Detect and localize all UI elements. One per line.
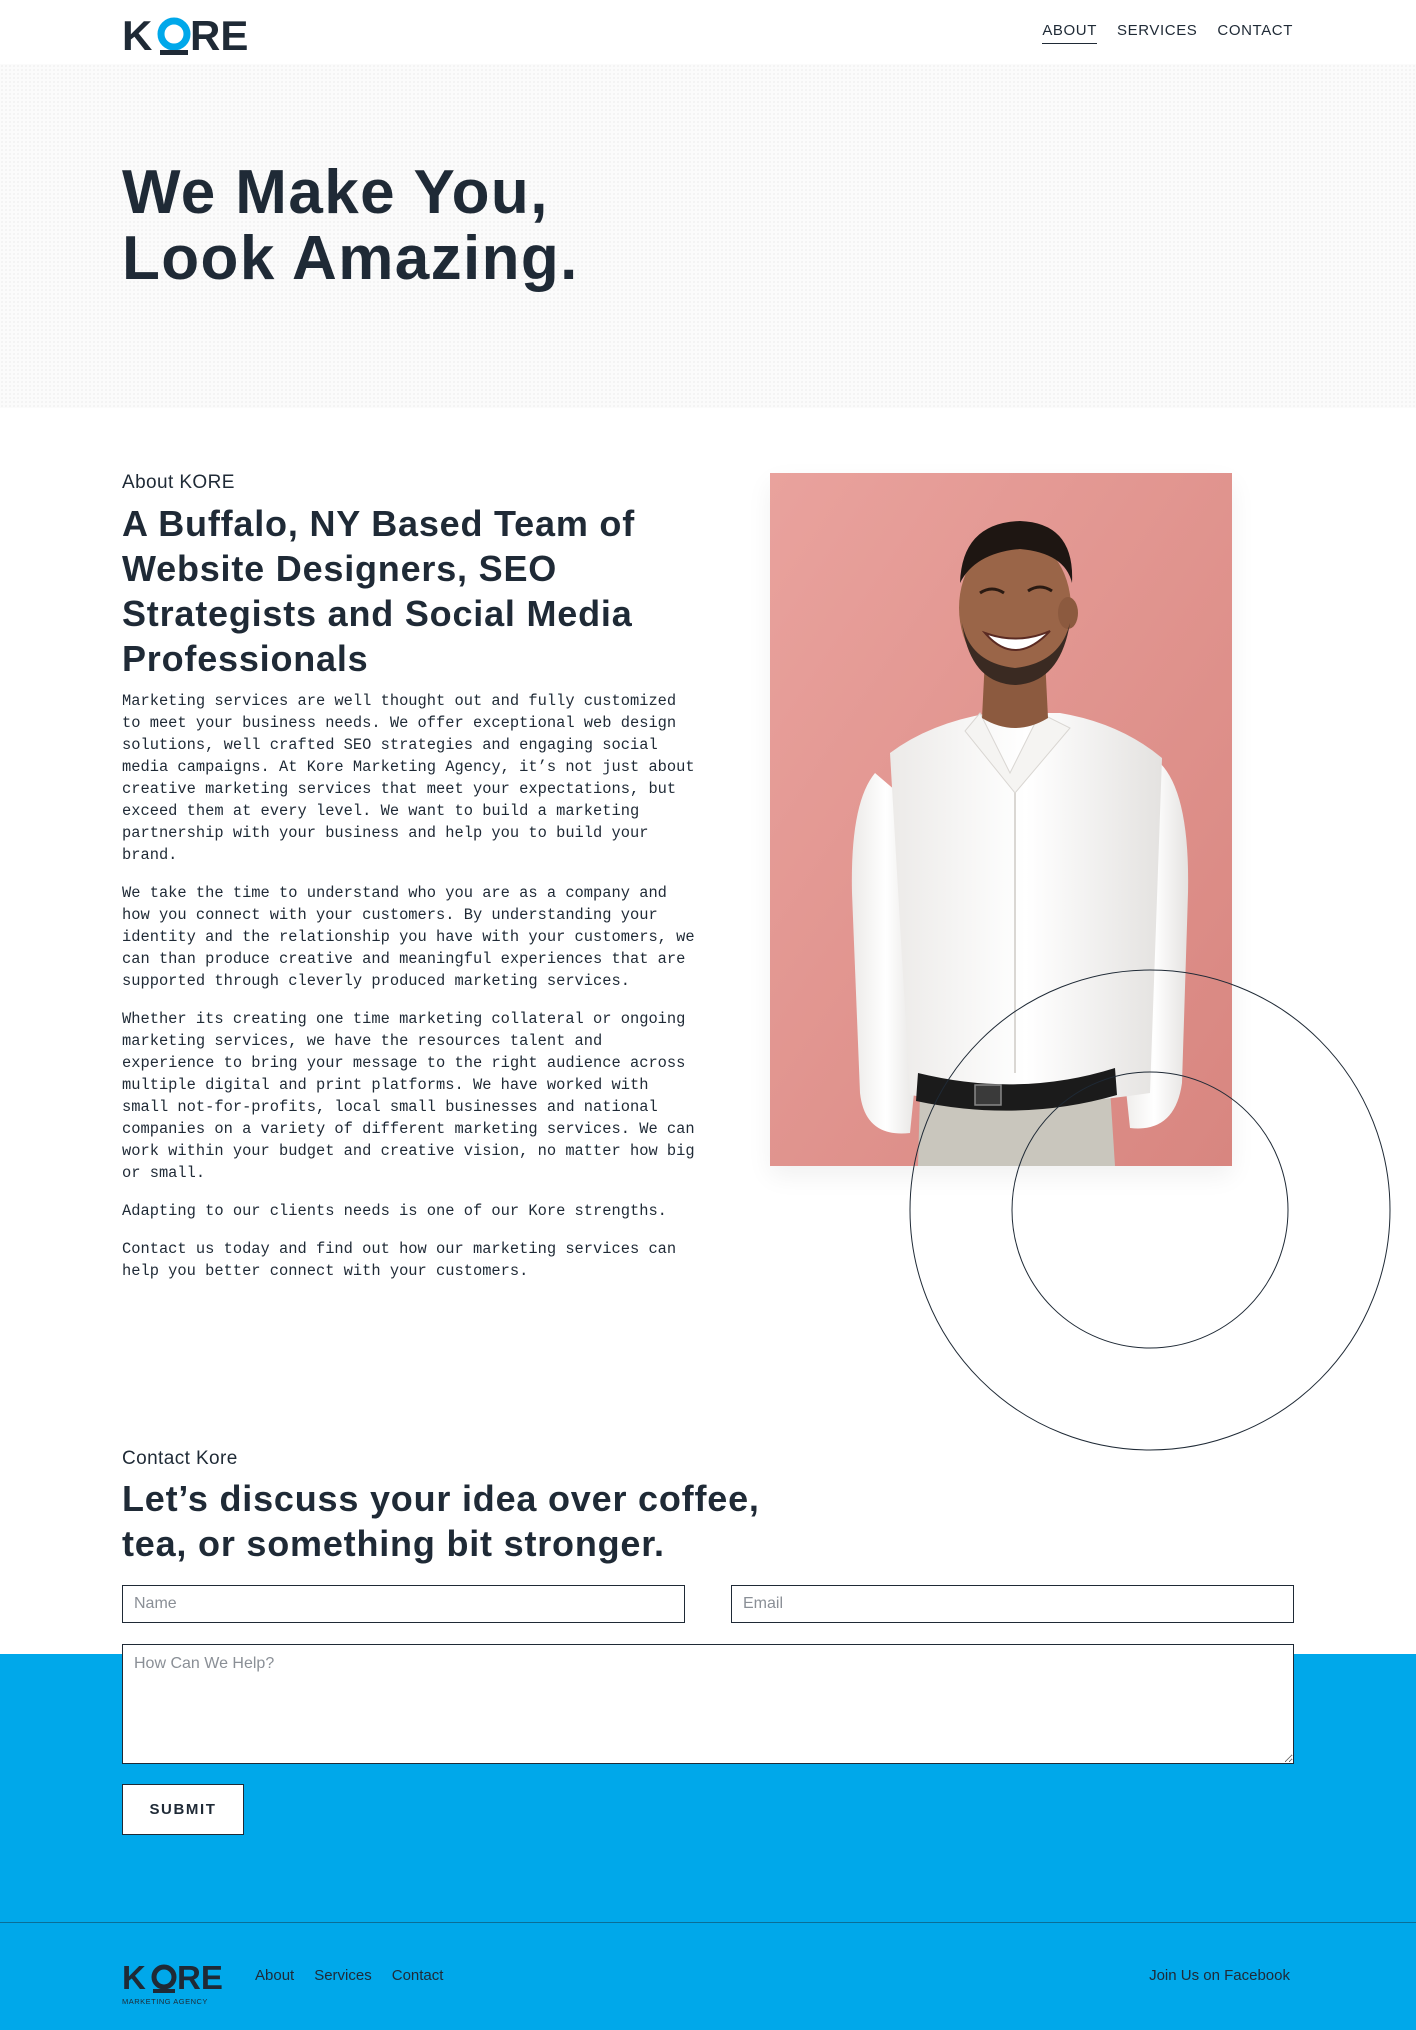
nav-about[interactable]: ABOUT xyxy=(1042,22,1098,44)
name-input[interactable] xyxy=(122,1585,685,1623)
about-paragraph: Contact us today and find out how our ma… xyxy=(122,1240,677,1280)
about-paragraph: We take the time to understand who you a… xyxy=(122,884,695,990)
site-header: K RE ABOUT SERVICES CONTACT xyxy=(0,0,1416,64)
footer-link-contact[interactable]: Contact xyxy=(392,1967,444,1984)
about-body: Marketing services are well thought out … xyxy=(122,690,702,1298)
about-paragraph: Adapting to our clients needs is one of … xyxy=(122,1202,667,1220)
site-footer: K RE MARKETING AGENCY About Services Con… xyxy=(0,1922,1416,2030)
nav-contact[interactable]: CONTACT xyxy=(1217,22,1293,44)
contact-heading: Let’s discuss your idea over coffee, tea… xyxy=(122,1476,882,1566)
kore-logo-mark: K RE xyxy=(122,12,248,59)
submit-button[interactable]: SUBMIT xyxy=(122,1784,244,1835)
contact-heading-line-1: Let’s discuss your idea over coffee, xyxy=(122,1478,760,1519)
email-input[interactable] xyxy=(731,1585,1294,1623)
svg-text:RE: RE xyxy=(177,1959,223,1996)
about-paragraph: Whether its creating one time marketing … xyxy=(122,1010,695,1182)
contact-heading-line-2: tea, or something bit stronger. xyxy=(122,1523,665,1564)
about-eyebrow: About KORE xyxy=(122,472,235,493)
hero-title-line-1: We Make You, xyxy=(122,158,549,227)
facebook-link[interactable]: Join Us on Facebook xyxy=(1149,1967,1290,1984)
message-textarea[interactable] xyxy=(122,1644,1294,1764)
kore-logo[interactable]: K RE xyxy=(122,12,250,59)
about-heading: A Buffalo, NY Based Team of Website Desi… xyxy=(122,503,636,679)
hero-title: We Make You, Look Amazing. xyxy=(122,160,1022,292)
svg-text:K: K xyxy=(122,1959,146,1996)
main-nav: ABOUT SERVICES CONTACT xyxy=(1042,22,1293,44)
team-member-photo xyxy=(770,473,1232,1166)
smiling-man-portrait-icon xyxy=(770,473,1232,1166)
footer-logo-tagline: MARKETING AGENCY xyxy=(122,1997,208,2006)
hero-title-line-2: Look Amazing. xyxy=(122,224,579,293)
footer-link-about[interactable]: About xyxy=(255,1967,294,1984)
footer-link-services[interactable]: Services xyxy=(314,1967,372,1984)
hero-section: We Make You, Look Amazing. xyxy=(0,64,1416,408)
about-paragraph: Marketing services are well thought out … xyxy=(122,692,695,864)
svg-text:RE: RE xyxy=(190,12,248,56)
svg-text:K: K xyxy=(122,12,152,56)
footer-kore-logo[interactable]: K RE MARKETING AGENCY xyxy=(122,1959,224,2010)
footer-nav: About Services Contact xyxy=(255,1967,443,1984)
contact-eyebrow: Contact Kore xyxy=(122,1448,238,1469)
nav-services[interactable]: SERVICES xyxy=(1117,22,1197,44)
